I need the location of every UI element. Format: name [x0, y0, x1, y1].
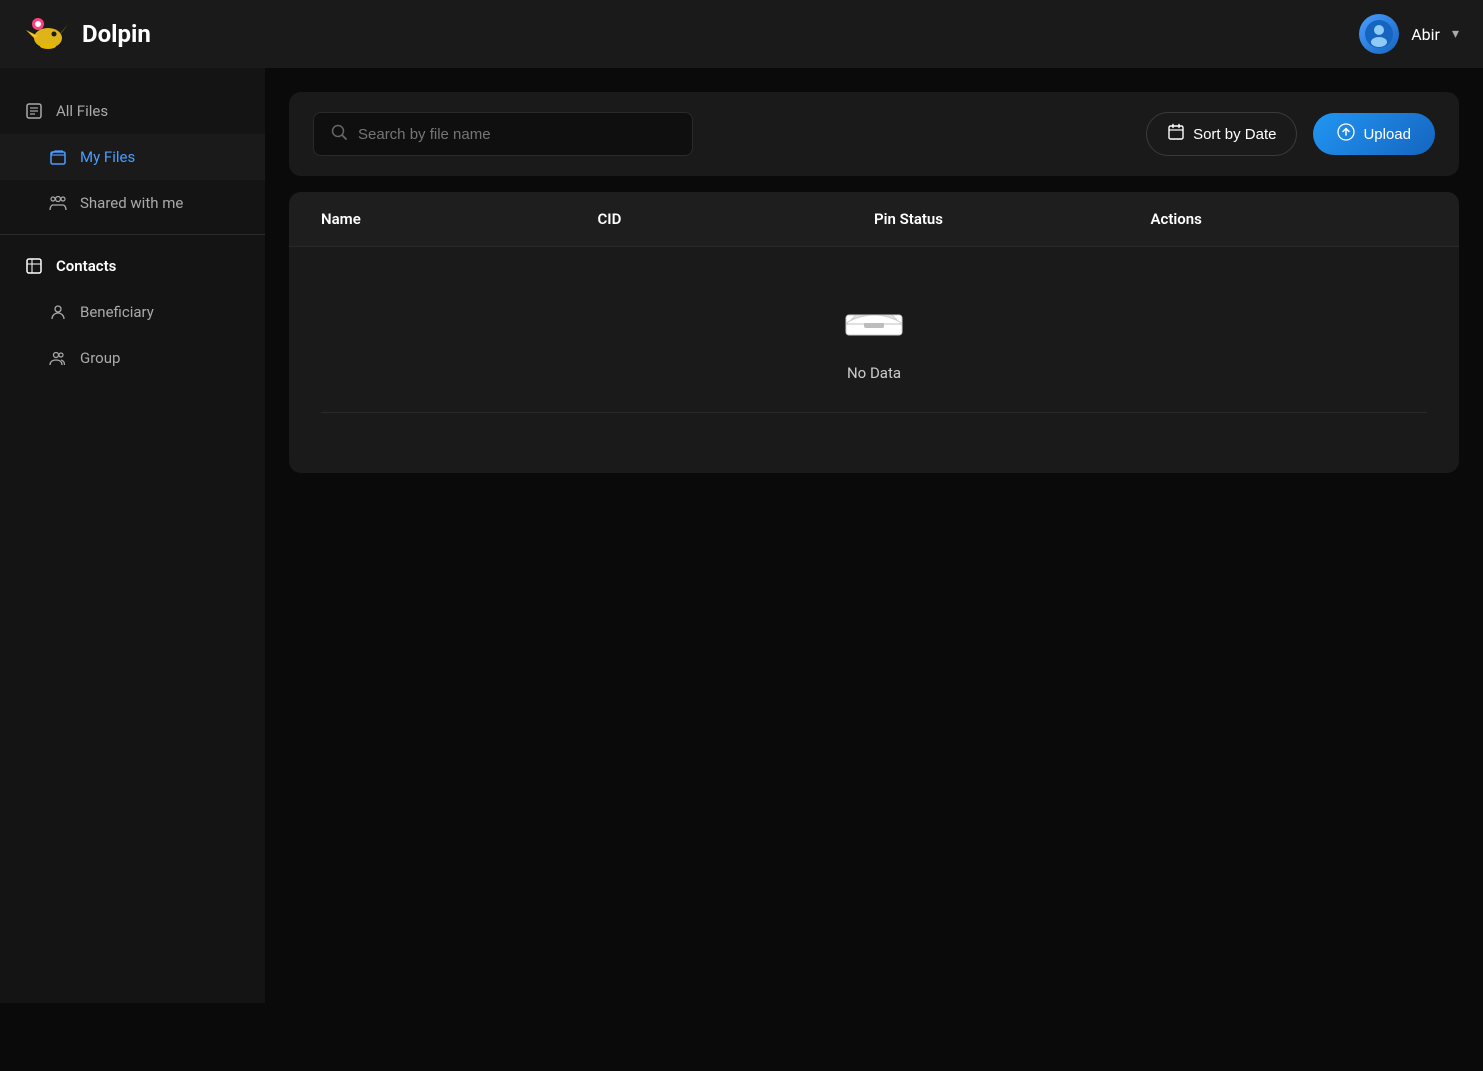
group-label: Group [80, 349, 120, 367]
logo: Dolpin [24, 10, 151, 58]
logo-icon [24, 10, 72, 58]
search-wrapper[interactable] [313, 112, 693, 156]
sidebar-item-all-files[interactable]: All Files [0, 88, 265, 134]
no-data-text: No Data [847, 364, 901, 382]
all-files-label: All Files [56, 102, 108, 120]
main-layout: All Files My Files Shared [0, 68, 1483, 1003]
upload-label: Upload [1363, 126, 1411, 143]
column-pin-status: Pin Status [874, 210, 1151, 228]
upload-button[interactable]: Upload [1313, 113, 1435, 155]
sidebar-item-shared-with-me[interactable]: Shared with me [0, 180, 265, 226]
search-input[interactable] [358, 126, 676, 143]
shared-with-me-label: Shared with me [80, 194, 183, 212]
sort-button[interactable]: Sort by Date [1146, 112, 1297, 156]
app-name: Dolpin [82, 20, 151, 48]
table-body: No Data [289, 247, 1459, 473]
no-data-icon [842, 287, 906, 352]
main-content: Sort by Date Upload Name [265, 68, 1483, 1003]
my-files-icon [48, 148, 68, 166]
contacts-label: Contacts [56, 257, 116, 275]
sidebar-divider-1 [0, 234, 265, 235]
user-name-label: Abir [1411, 25, 1440, 44]
all-files-icon [24, 102, 44, 120]
user-menu-chevron[interactable]: ▾ [1452, 26, 1459, 42]
column-actions: Actions [1151, 210, 1428, 228]
files-table: Name CID Pin Status Actions [289, 192, 1459, 473]
controls-bar: Sort by Date Upload [289, 92, 1459, 176]
sidebar-item-my-files[interactable]: My Files [0, 134, 265, 180]
contacts-icon [24, 257, 44, 275]
user-menu[interactable]: Abir ▾ [1359, 14, 1459, 54]
search-icon [330, 123, 348, 145]
sidebar-item-group[interactable]: Group [0, 335, 265, 381]
table-header: Name CID Pin Status Actions [289, 192, 1459, 247]
shared-icon [48, 194, 68, 212]
sort-label: Sort by Date [1193, 126, 1276, 143]
calendar-icon [1167, 123, 1185, 145]
upload-icon [1337, 123, 1355, 145]
sidebar-item-beneficiary[interactable]: Beneficiary [0, 289, 265, 335]
sidebar: All Files My Files Shared [0, 68, 265, 1003]
empty-state: No Data [842, 287, 906, 382]
group-icon [48, 349, 68, 367]
table-footer-divider [321, 412, 1427, 413]
beneficiary-icon [48, 303, 68, 321]
column-name: Name [321, 210, 598, 228]
sidebar-item-contacts[interactable]: Contacts [0, 243, 265, 289]
beneficiary-label: Beneficiary [80, 303, 154, 321]
app-header: Dolpin Abir ▾ [0, 0, 1483, 68]
controls-right: Sort by Date Upload [1146, 112, 1435, 156]
column-cid: CID [598, 210, 875, 228]
avatar [1359, 14, 1399, 54]
my-files-label: My Files [80, 148, 135, 166]
